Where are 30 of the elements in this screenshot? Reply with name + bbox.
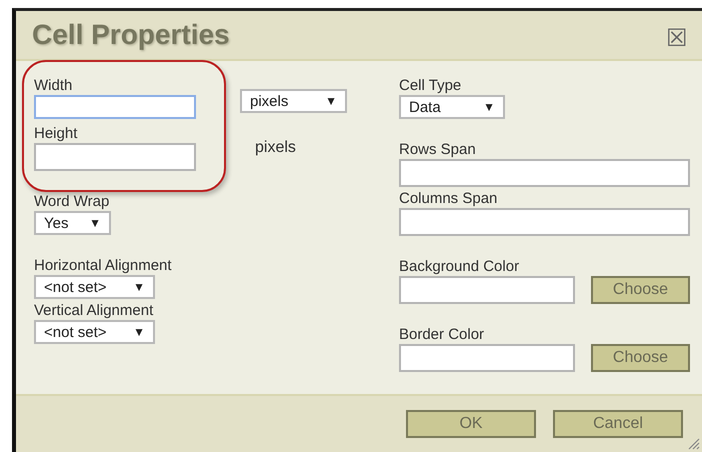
field-label: Background Color: [399, 258, 520, 276]
field-label: Vertical Alignment: [34, 302, 154, 320]
rows-span-input[interactable]: [399, 159, 690, 187]
dialog-title: Cell Properties: [32, 19, 230, 51]
cell-type-select[interactable]: Data ▼: [399, 95, 505, 119]
width-input[interactable]: [34, 95, 196, 119]
field-label: Cell Type: [399, 77, 462, 95]
dropdown-arrow-icon: ▼: [325, 94, 337, 108]
dropdown-arrow-icon: ▼: [133, 325, 145, 339]
field-label: Horizontal Alignment: [34, 257, 172, 275]
resize-grip-icon: [688, 438, 700, 450]
columns-span-input[interactable]: [399, 208, 690, 236]
dropdown-arrow-icon: ▼: [133, 280, 145, 294]
unit-label: pixels: [255, 139, 296, 157]
field-label: Width: [34, 77, 72, 95]
horizontal-alignment-select[interactable]: <not set> ▼: [34, 275, 155, 299]
field-label: Word Wrap: [34, 193, 110, 211]
dropdown-arrow-icon: ▼: [483, 100, 495, 114]
color-input[interactable]: [399, 276, 575, 304]
field-label: Border Color: [399, 326, 484, 344]
field-label: Columns Span: [399, 190, 498, 208]
height-input[interactable]: [34, 143, 196, 171]
word-wrap-select[interactable]: Yes ▼: [34, 211, 111, 235]
field-label: Height: [34, 125, 78, 143]
dropdown-arrow-icon: ▼: [89, 216, 101, 230]
vertical-alignment-select[interactable]: <not set> ▼: [34, 320, 155, 344]
close-button[interactable]: ☒: [666, 29, 688, 49]
field-label: Rows Span: [399, 141, 476, 159]
unit-select[interactable]: pixels ▼: [240, 89, 347, 113]
color-input[interactable]: [399, 344, 575, 372]
